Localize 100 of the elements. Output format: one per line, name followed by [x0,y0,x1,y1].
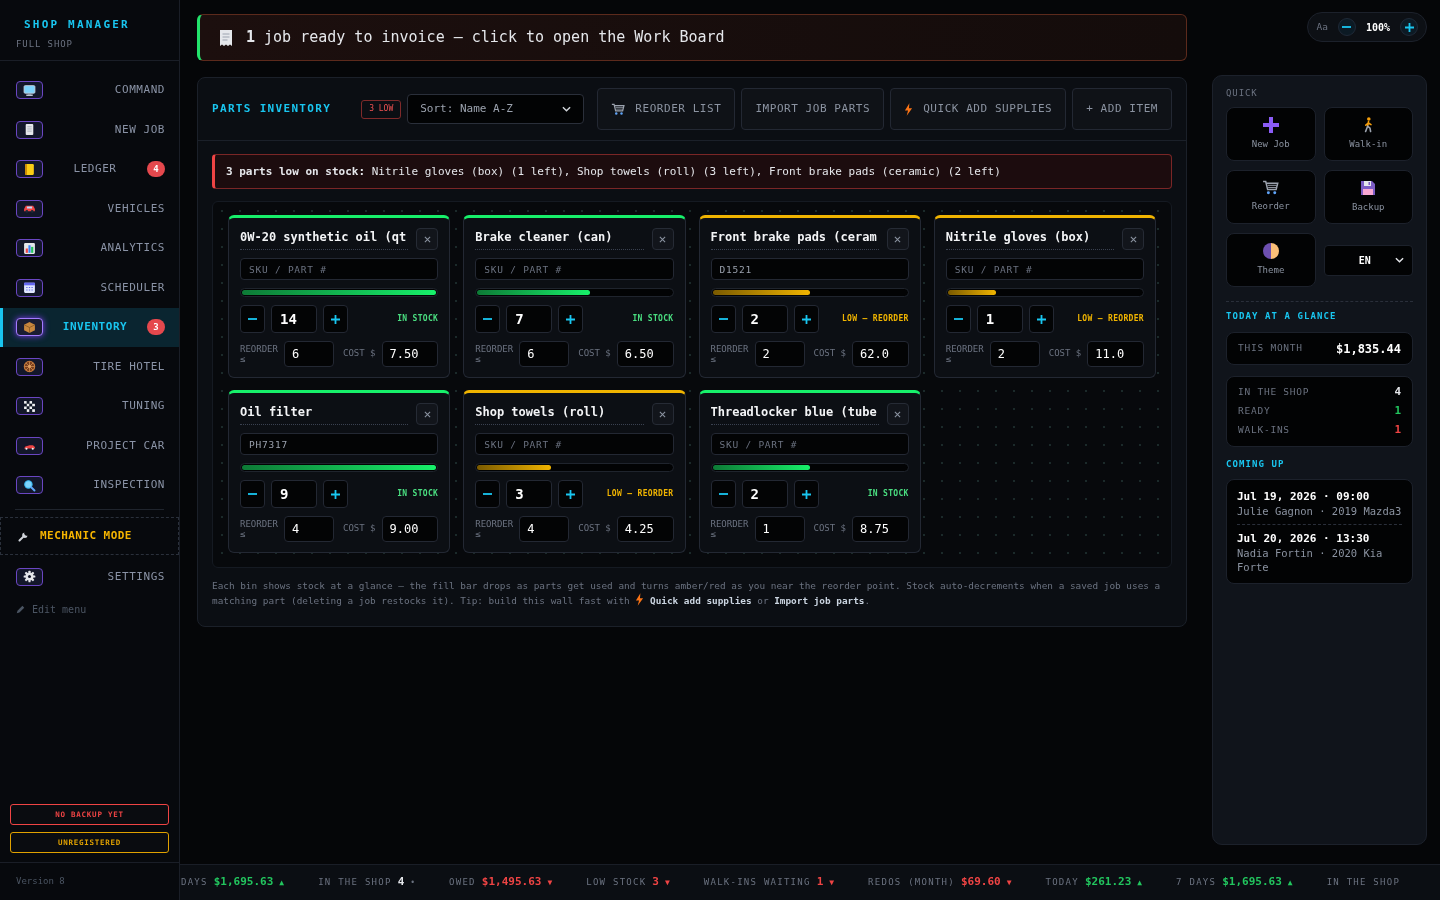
toolbar-button[interactable]: REORDER LIST [597,88,736,130]
increase-button[interactable] [558,305,584,333]
sort-select[interactable]: Sort: Name A-Z [407,94,585,124]
nav-item[interactable]: PROJECT CAR [0,426,179,466]
language-select[interactable]: EN [1323,244,1413,276]
decrease-button[interactable] [475,480,501,508]
sku-field[interactable]: SKU / PART # [475,433,674,455]
cost-label: COST $ [813,347,846,361]
invoice-banner[interactable]: 1 job ready to invoice — click to open the Work Board [197,14,1187,61]
zoom-out-button[interactable] [1337,18,1356,36]
decrease-button[interactable] [710,480,736,508]
close-icon [423,235,431,243]
stock-status: IN STOCK [397,313,439,325]
nav-item[interactable]: ANALYTICS [0,228,179,268]
quick-action-button[interactable]: Theme [1226,233,1316,287]
toolbar-button[interactable]: + ADD ITEM [1072,88,1172,130]
cart-icon [1262,180,1280,196]
reorder-field[interactable]: 4 [519,516,570,542]
quantity-field[interactable]: 2 [741,480,788,508]
increase-button[interactable] [1028,305,1054,333]
quantity-field[interactable]: 1 [976,305,1023,333]
cost-field[interactable]: 4.25 [616,516,674,542]
sku-field[interactable]: PH7317 [240,433,439,455]
quantity-field[interactable]: 9 [271,480,317,508]
increase-button[interactable] [793,480,819,508]
settings-icon [16,567,43,586]
nav-item[interactable]: INSPECTION [0,465,179,505]
toolbar-button[interactable]: QUICK ADD SUPPLIES [890,88,1067,130]
quick-action-button[interactable]: Reorder [1226,170,1316,224]
sku-field[interactable]: D1521 [710,258,909,280]
sku-field[interactable]: SKU / PART # [240,258,439,280]
reorder-label: REORDER ≤ [475,344,515,364]
reorder-field[interactable]: 2 [754,341,805,367]
mechanic-mode-toggle[interactable]: MECHANIC MODE [0,517,179,555]
trend-arrow: • [410,877,416,890]
cost-field[interactable]: 11.0 [1087,341,1144,367]
cost-field[interactable]: 8.75 [852,516,909,542]
increase-button[interactable] [323,480,348,508]
decrease-button[interactable] [240,480,265,508]
quantity-field[interactable]: 3 [506,480,553,508]
panel-title: PARTS INVENTORY [212,100,332,117]
reorder-field[interactable]: 2 [989,341,1040,367]
nav-item[interactable]: VEHICLES [0,189,179,229]
quick-action-button[interactable]: Backup [1323,170,1413,224]
sku-field[interactable]: SKU / PART # [710,433,909,455]
reorder-field[interactable]: 6 [284,341,334,367]
stat-value: 1 [1394,403,1401,420]
plus-icon [566,314,576,324]
receipt-icon [219,28,233,47]
nav-item[interactable]: TIRE HOTEL [0,347,179,387]
cost-field[interactable]: 6.50 [616,341,674,367]
minus-icon [718,318,728,320]
quick-action-button[interactable]: Walk-in [1323,107,1413,161]
decrease-button[interactable] [710,305,736,333]
minus-icon [483,493,493,495]
close-icon [1129,235,1137,243]
stock-status: IN STOCK [632,313,674,325]
nav-item[interactable]: COMMAND [0,70,179,110]
bin-title: Oil filter [240,403,409,425]
decrease-button[interactable] [475,305,501,333]
cost-field[interactable]: 62.0 [852,341,909,367]
ticker-label: WALK-INS WAITING [703,876,811,890]
plus-icon [801,489,811,499]
magnifier-icon [16,476,43,495]
nav-item[interactable]: SETTINGS [0,557,179,597]
stock-status: LOW — REORDER [606,488,674,500]
reorder-field[interactable]: 1 [754,516,805,542]
quantity-field[interactable]: 7 [506,305,553,333]
nav-item[interactable]: TUNING [0,386,179,426]
zoom-in-button[interactable] [1400,18,1418,36]
monitor-icon [16,81,43,100]
nav-item[interactable]: INVENTORY 3 [0,307,179,347]
quick-action-button[interactable]: New Job [1226,107,1316,161]
bin-title: 0W-20 synthetic oil (qt [240,228,409,250]
sku-field[interactable]: SKU / PART # [945,258,1144,280]
nav-item[interactable]: LEDGER 4 [0,149,179,189]
sku-field[interactable]: SKU / PART # [475,258,674,280]
ticker-value: $261.23 [1084,874,1132,891]
increase-button[interactable] [558,480,584,508]
cost-field[interactable]: 7.50 [381,341,439,367]
reorder-label: REORDER ≤ [945,344,985,364]
appointment-time: Jul 19, 2026 · 09:00 [1237,490,1370,504]
nav-item[interactable]: SCHEDULER [0,268,179,308]
decrease-button[interactable] [945,305,971,333]
trend-arrow: ▼ [664,877,670,890]
nav-item[interactable]: NEW JOB [0,110,179,150]
increase-button[interactable] [323,305,348,333]
section-title: COMING UP [1226,459,1285,470]
close-button[interactable] [1122,228,1144,250]
decrease-button[interactable] [240,305,265,333]
trend-arrow: ▼ [547,877,553,890]
cost-field[interactable]: 9.00 [381,516,439,542]
quantity-field[interactable]: 14 [271,305,317,333]
reorder-field[interactable]: 4 [284,516,334,542]
toolbar-button[interactable]: IMPORT JOB PARTS [741,88,885,130]
quantity-field[interactable]: 2 [741,305,788,333]
bin-title: Nitrile gloves (box) [945,228,1114,250]
ticker-value: $1,695.63 [1222,874,1282,891]
reorder-field[interactable]: 6 [519,341,570,367]
increase-button[interactable] [793,305,819,333]
